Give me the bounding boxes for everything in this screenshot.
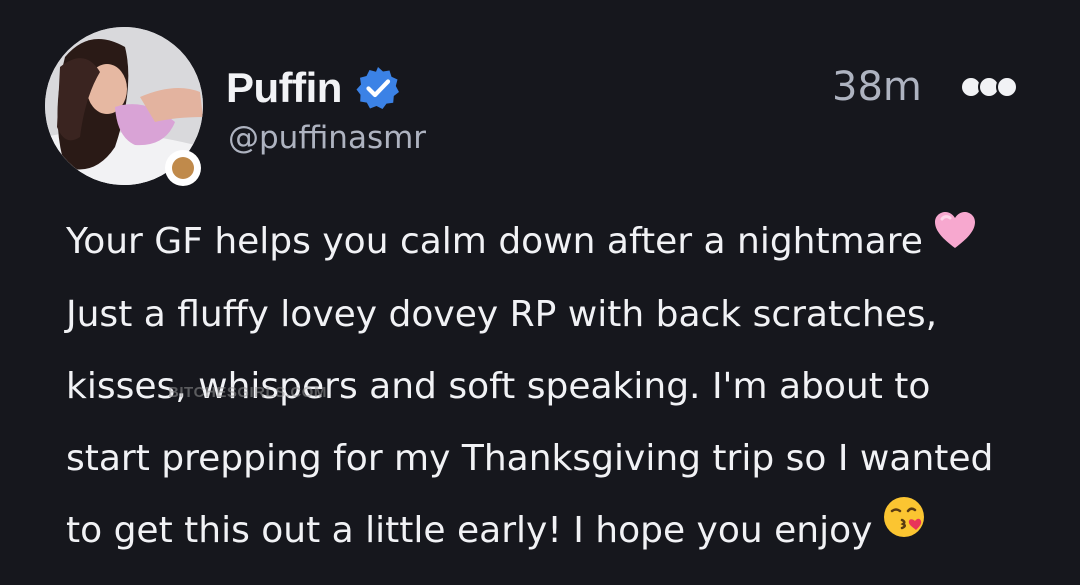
post-line-2: Just a fluffy lovey dovey RP with back s… — [66, 294, 938, 335]
more-options-icon[interactable] — [958, 74, 1020, 100]
post-line-1: Your GF helps you calm down after a nigh… — [66, 206, 1056, 279]
post-line-5-text: to get this out a little early! I hope y… — [66, 510, 873, 551]
pink-heart-icon — [933, 203, 977, 275]
display-name[interactable]: Puffin — [226, 64, 342, 112]
post-line-1-text: Your GF helps you calm down after a nigh… — [66, 221, 923, 262]
post-timestamp[interactable]: 38m — [832, 64, 922, 110]
status-dot-inner — [172, 157, 194, 179]
post-card: Puffin @puffinasmr 38m Your GF helps you… — [0, 0, 1080, 585]
post-line-4: start prepping for my Thanksgiving trip … — [66, 438, 994, 479]
verified-badge-icon — [356, 67, 399, 109]
online-status-indicator — [165, 150, 201, 186]
watermark-text: BITCHESGIRLS.COM — [168, 384, 327, 401]
kissing-face-icon — [882, 492, 926, 564]
author-name-row[interactable]: Puffin — [226, 60, 402, 116]
post-line-5: to get this out a little early! I hope y… — [66, 495, 1056, 568]
author-handle[interactable]: @puffinasmr — [228, 120, 426, 156]
